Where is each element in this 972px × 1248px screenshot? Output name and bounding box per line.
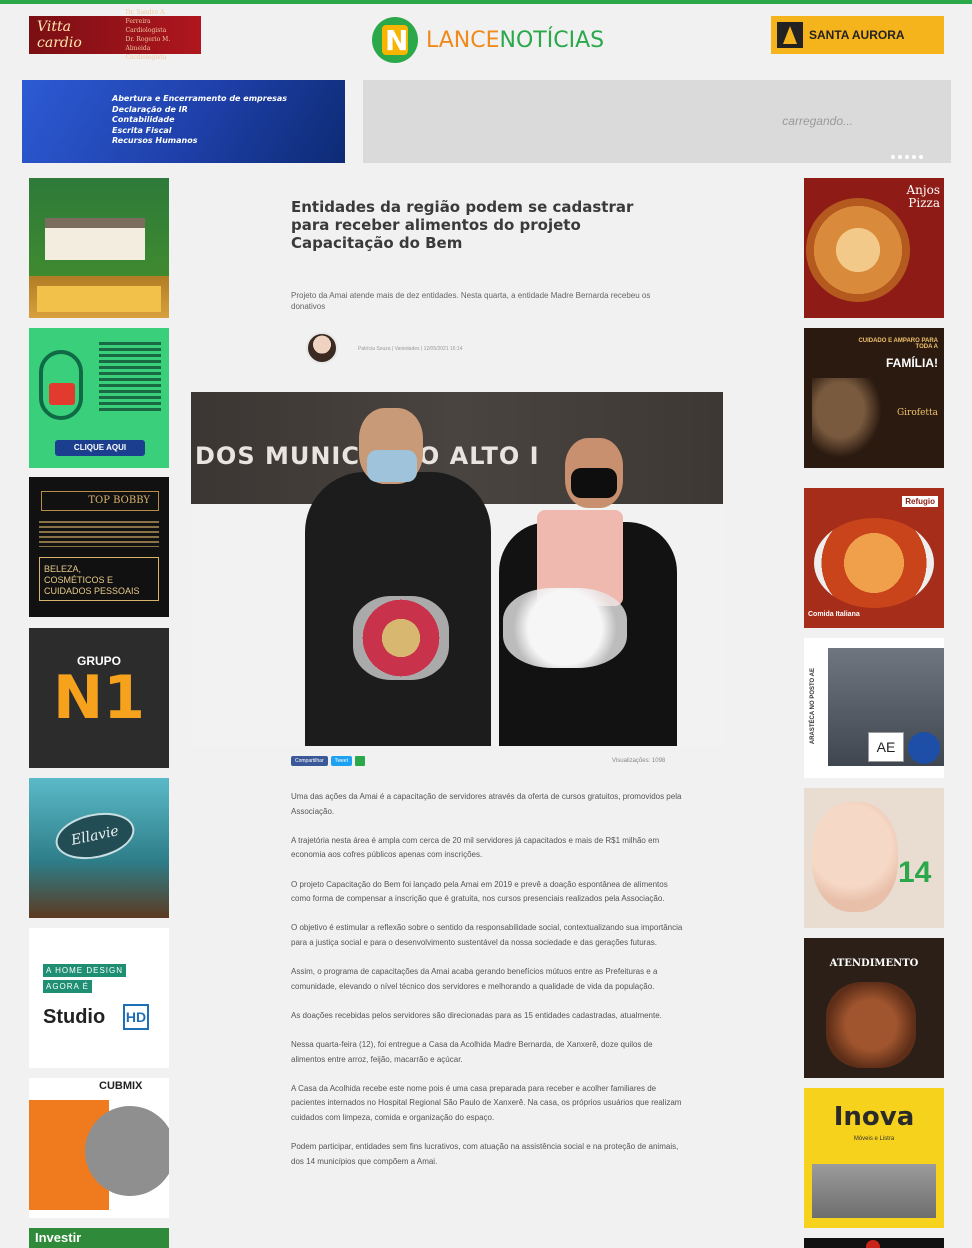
- food-bag-right: [503, 588, 627, 668]
- inova-subtitle: Móveis e Listra: [853, 1136, 895, 1142]
- carousel-dot[interactable]: [905, 155, 909, 159]
- paragraph: A trajetória nesta área é ampla com cerc…: [291, 835, 660, 860]
- baby-photo: [812, 802, 898, 912]
- ad-anjos-pizza[interactable]: Anjos Pizza: [804, 178, 944, 318]
- round-logo-icon: [866, 1240, 880, 1248]
- logo-text: LANCENOTÍCIAS: [426, 27, 605, 53]
- studio-text: Studio: [43, 1006, 106, 1028]
- grupo-n1-logo: N1: [53, 663, 145, 733]
- paragraph: O projeto Capacitação do Bem foi lançado…: [291, 879, 668, 904]
- paragraph: As doações recebidas pelos servidores sã…: [291, 1010, 662, 1020]
- cubmix-photo-circle: [85, 1106, 169, 1196]
- ad-carousel[interactable]: carregando...: [363, 80, 951, 163]
- paragraph: O objetivo é estimular a reflexão sobre …: [291, 923, 683, 947]
- aurora-logo-icon: [777, 22, 803, 48]
- ad-home-design[interactable]: A HOME DESIGN AGORA É Studio HD: [29, 928, 169, 1068]
- ad-refugio-italian[interactable]: Refugio Comida Italiana: [804, 488, 944, 628]
- gnocchi-dish-image: [814, 518, 934, 608]
- ad-posto-ae[interactable]: ARASTÉCA NO POSTO AE AE: [804, 638, 944, 778]
- familia-brand: Girofetta: [896, 408, 938, 418]
- ad-investir[interactable]: Investir: [29, 1228, 169, 1248]
- ad-baby-14[interactable]: 14: [804, 788, 944, 928]
- italian-caption: Comida Italiana: [808, 611, 860, 618]
- investir-text: Investir: [35, 1230, 82, 1245]
- posto-side-text: ARASTÉCA NO POSTO AE: [810, 668, 816, 745]
- ae-label-box: AE: [868, 732, 904, 762]
- ellavie-sign: Ellavie: [51, 806, 139, 866]
- familia-photo: [812, 378, 882, 458]
- security-text-block: [99, 342, 161, 412]
- ae-logo-icon: [908, 732, 940, 764]
- ad-inova-moveis[interactable]: Inova Móveis e Listra: [804, 1088, 944, 1228]
- ad-vitta-cardio[interactable]: Vitta cardio Dr. Sandro A. Ferreira Card…: [29, 9, 201, 61]
- atendimento-text: ATENDIMENTO: [829, 958, 919, 969]
- home-design-line1: A HOME DESIGN: [43, 964, 127, 977]
- article-headline: Entidades da região podem se cadastrar p…: [291, 198, 634, 252]
- ad-beauty-store[interactable]: TOP BOBBY BELEZA, COSMÉTICOS E CUIDADOS …: [29, 477, 169, 617]
- carousel-dot[interactable]: [912, 155, 916, 159]
- paragraph: Podem participar, entidades sem fins luc…: [291, 1142, 679, 1166]
- carousel-dots[interactable]: [891, 155, 923, 159]
- paragraph: Nessa quarta-feira (12), foi entregue a …: [291, 1040, 653, 1064]
- familia-line1: CUIDADO E AMPARO PARA TODA A: [858, 338, 938, 350]
- ad-house-render[interactable]: [29, 178, 169, 318]
- pizza-brand: Anjos Pizza: [906, 183, 941, 210]
- ad-santa-aurora[interactable]: SANTA AURORA: [771, 16, 944, 54]
- beauty-text-lines: [39, 521, 159, 547]
- pizza-image: [806, 198, 910, 302]
- steak-image: [826, 982, 916, 1068]
- beauty-brand: TOP BOBBY: [41, 491, 159, 511]
- home-design-line2: AGORA É: [43, 980, 93, 993]
- ad-grupo-n1[interactable]: GRUPO N1: [29, 628, 169, 768]
- ad-cardio-logo: Vitta cardio: [37, 19, 82, 51]
- clique-aqui-button[interactable]: CLIQUE AQUI: [55, 440, 145, 456]
- carousel-loading-text: carregando...: [782, 114, 853, 128]
- ad-familia[interactable]: CUIDADO E AMPARO PARA TODA A FAMÍLIA! Gi…: [804, 328, 944, 468]
- ad-bottom-right[interactable]: [804, 1238, 944, 1248]
- view-count: Visualizações: 1098: [612, 758, 666, 764]
- ad-accounting-banner[interactable]: Abertura e Encerramento de empresas Decl…: [22, 80, 345, 163]
- familia-line2: FAMÍLIA!: [886, 356, 938, 370]
- paragraph: A Casa da Acolhida recebe este nome pois…: [291, 1083, 682, 1123]
- house-caption-box: [37, 286, 161, 312]
- article-byline: Patrícia Souza | Variedades | 12/05/2021…: [358, 346, 463, 352]
- site-header: Vitta cardio Dr. Sandro A. Ferreira Card…: [0, 4, 972, 76]
- ad-cubmix[interactable]: CUBMIX: [29, 1078, 169, 1218]
- paragraph: Uma das ações da Amai é a capacitação de…: [291, 792, 682, 816]
- studio-hd-logo: HD: [123, 1004, 149, 1030]
- baby-number: 14: [898, 856, 932, 889]
- cubmix-logo: CUBMIX: [99, 1080, 143, 1092]
- sofa-image: [812, 1164, 936, 1218]
- ad-steakhouse[interactable]: ATENDIMENTO: [804, 938, 944, 1078]
- padlock-icon: [49, 383, 75, 405]
- ad-data-security[interactable]: CLIQUE AQUI: [29, 328, 169, 468]
- logo-n-icon: [372, 17, 418, 63]
- article-subtitle: Projeto da Amai atende mais de dez entid…: [291, 291, 651, 311]
- inova-logo: Inova: [833, 1102, 915, 1132]
- author-avatar[interactable]: [306, 332, 338, 364]
- food-bag-left: [353, 596, 449, 680]
- man-face-mask: [367, 450, 417, 482]
- twitter-tweet-button[interactable]: Tweet: [330, 756, 352, 766]
- article-body: Uma das ações da Amai é a capacitação de…: [291, 790, 686, 1184]
- carousel-dot[interactable]: [898, 155, 902, 159]
- share-bar: Compartilhar Tweet: [291, 756, 365, 766]
- carousel-dot[interactable]: [919, 155, 923, 159]
- ad-cardio-doctors: Dr. Sandro A. Ferreira Cardiologista Dr.…: [125, 9, 171, 61]
- ad-ellavie[interactable]: Ellavie: [29, 778, 169, 918]
- house-image: [45, 218, 145, 260]
- carousel-dot[interactable]: [891, 155, 895, 159]
- paragraph: Assim, o programa de capacitações da Ama…: [291, 967, 658, 991]
- beauty-tagline: BELEZA, COSMÉTICOS E CUIDADOS PESSOAIS: [39, 557, 159, 601]
- article-photo[interactable]: DOS MUNICÍ DO ALTO I: [191, 392, 723, 746]
- site-logo[interactable]: LANCENOTÍCIAS: [372, 17, 612, 63]
- woman-face-mask: [571, 468, 617, 498]
- facebook-share-button[interactable]: Compartilhar: [291, 756, 328, 766]
- refugio-logo: Refugio: [902, 496, 938, 507]
- whatsapp-share-icon[interactable]: [354, 756, 365, 766]
